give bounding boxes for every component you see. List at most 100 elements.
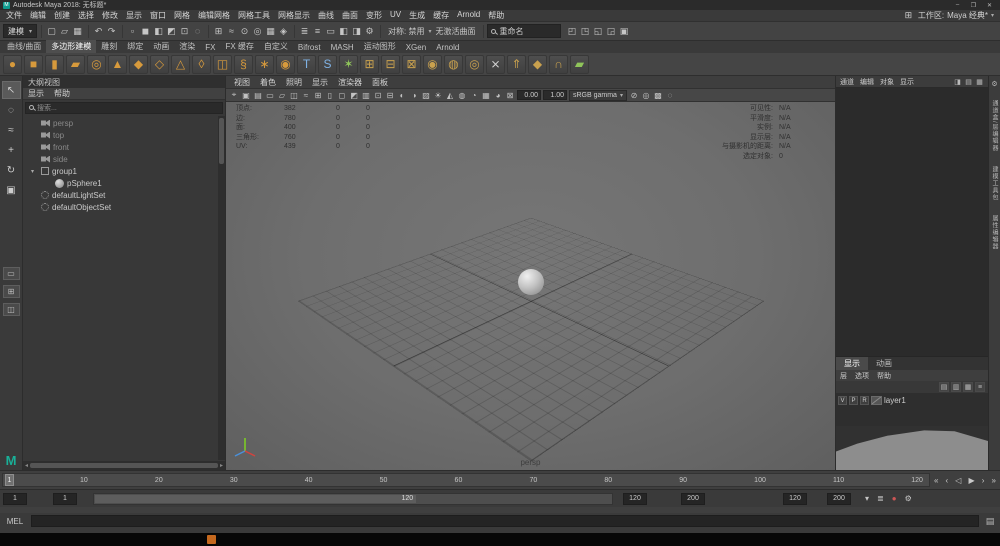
workspace-selector[interactable]: ⊞ 工作区: Maya 经典* ▾: [902, 9, 998, 23]
shelf-tab[interactable]: MASH: [326, 42, 359, 53]
motion-blur-icon[interactable]: ◔: [468, 89, 480, 101]
psphere-object[interactable]: [517, 269, 544, 296]
wireframe-icon[interactable]: ◐: [396, 89, 408, 101]
lock-camera-icon[interactable]: ▣: [240, 89, 252, 101]
viewport-menu-item[interactable]: 渲染器: [334, 77, 366, 88]
layer-options-icon[interactable]: ≡: [975, 382, 985, 392]
render-settings-icon[interactable]: ⚙: [363, 24, 376, 38]
film-gate-icon[interactable]: ▯: [324, 89, 336, 101]
scrollbar-thumb[interactable]: [30, 463, 218, 468]
smooth-shade-icon[interactable]: ◑: [408, 89, 420, 101]
menu-item[interactable]: 变形: [362, 10, 386, 21]
gate-mask-icon[interactable]: ◩: [348, 89, 360, 101]
sidebar-vertical-tab[interactable]: 建模工具包: [990, 166, 999, 201]
menu-item[interactable]: 网格工具: [234, 10, 274, 21]
menu-item[interactable]: 编辑: [26, 10, 50, 21]
channel-box-menu-item[interactable]: 通道: [840, 77, 854, 87]
animation-start-field[interactable]: 1: [3, 492, 27, 505]
scrollbar-thumb[interactable]: [219, 118, 224, 164]
select-hierarchy-icon[interactable]: ▫: [126, 24, 139, 38]
ssao-icon[interactable]: ◍: [456, 89, 468, 101]
command-language-toggle[interactable]: MEL: [2, 517, 28, 526]
textured-icon[interactable]: ▨: [420, 89, 432, 101]
channel-box-menu-item[interactable]: 显示: [900, 77, 914, 87]
lighting-icon[interactable]: ☀: [432, 89, 444, 101]
snap-to-view-planes-icon[interactable]: ▦: [264, 24, 277, 38]
go-to-end-button[interactable]: »: [992, 476, 996, 485]
menu-set-dropdown[interactable]: 建模 ▾: [3, 24, 38, 38]
poly-sphere-icon[interactable]: ●: [3, 54, 22, 74]
shelf-tab[interactable]: FX 缓存: [220, 40, 258, 53]
outliner-menu-item[interactable]: 帮助: [54, 88, 70, 99]
shelf-tab[interactable]: 多边形建模: [46, 40, 97, 53]
outliner-horizontal-scrollbar[interactable]: ◂ ▸: [23, 461, 225, 470]
viewport-canvas[interactable]: 顶点: 382 0 0 边: 780 0 0 面: 400 0 0 三角形: 7…: [226, 102, 835, 470]
shelf-tab[interactable]: 运动图形: [359, 40, 401, 53]
sidebar-vertical-tab[interactable]: 通道盒/层编辑器: [990, 100, 999, 152]
ipr-render-icon[interactable]: ◨: [350, 24, 363, 38]
new-layer-from-selected-icon[interactable]: ▦: [963, 382, 973, 392]
layer-color-swatch[interactable]: [871, 396, 882, 405]
menu-item[interactable]: 网格: [170, 10, 194, 21]
shelf-tab[interactable]: Arnold: [431, 42, 464, 53]
camera-attributes-icon[interactable]: ▤: [252, 89, 264, 101]
minimize-button[interactable]: –: [950, 2, 965, 9]
channel-speed-icon[interactable]: ▤: [964, 77, 973, 86]
snap-to-points-icon[interactable]: ⊙: [238, 24, 251, 38]
rotate-tool-icon[interactable]: ↻: [2, 161, 21, 179]
menu-item[interactable]: 编辑网格: [194, 10, 234, 21]
outliner-item[interactable]: side: [23, 153, 225, 165]
expand-arrow-icon[interactable]: ▾: [31, 168, 38, 175]
poly-pipe-icon[interactable]: ◫: [213, 54, 232, 74]
shelf-tab[interactable]: 自定义: [259, 40, 293, 53]
paint-select-tool-icon[interactable]: ≈: [2, 121, 21, 139]
extrude-icon[interactable]: ⇑: [507, 54, 526, 74]
step-back-button[interactable]: ‹: [946, 476, 949, 485]
menu-item[interactable]: 选择: [74, 10, 98, 21]
shelf-tab[interactable]: 动画: [148, 40, 174, 53]
view-transform-dropdown[interactable]: sRGB gamma ▾: [569, 89, 627, 101]
menu-item[interactable]: 曲线: [314, 10, 338, 21]
outliner-item[interactable]: defaultLightSet: [23, 189, 225, 201]
select-by-name-input[interactable]: 重命名: [487, 24, 562, 38]
symmetry-dropdown[interactable]: 对称: 禁用: [384, 26, 428, 37]
menu-item[interactable]: 网格显示: [274, 10, 314, 21]
gear-icon[interactable]: ⚙: [991, 80, 997, 88]
gamma-toggle-icon[interactable]: ▩: [652, 89, 664, 101]
channel-manip-icon[interactable]: ◨: [953, 77, 962, 86]
snap-to-curves-icon[interactable]: ≈: [225, 24, 238, 38]
channel-settings-icon[interactable]: ▦: [975, 77, 984, 86]
new-scene-icon[interactable]: ▢: [45, 24, 58, 38]
attribute-editor-toggle-icon[interactable]: ◰: [565, 24, 578, 38]
menu-item[interactable]: 修改: [98, 10, 122, 21]
step-forward-button[interactable]: ›: [982, 476, 985, 485]
menu-item[interactable]: 生成: [405, 10, 429, 21]
animation-end-field[interactable]: 200: [681, 492, 705, 505]
auto-keyframe-icon[interactable]: ●: [892, 494, 897, 503]
poly-cylinder-icon[interactable]: ▮: [45, 54, 64, 74]
resolution-gate-icon[interactable]: ◻: [336, 89, 348, 101]
outliner-search-input[interactable]: 搜索...: [25, 101, 223, 114]
layer-render-toggle[interactable]: R: [860, 396, 869, 405]
bookmarks-icon[interactable]: ▭: [264, 89, 276, 101]
four-pane-layout-button[interactable]: ⊞: [2, 285, 20, 298]
extract-icon[interactable]: ⊠: [402, 54, 421, 74]
outliner-item[interactable]: persp: [23, 117, 225, 129]
playback-range-handle[interactable]: 120: [95, 494, 417, 503]
sidebar-vertical-tab[interactable]: 属性编辑器: [990, 215, 999, 250]
viewport-menu-item[interactable]: 着色: [256, 77, 280, 88]
channel-box-menu-item[interactable]: 对象: [880, 77, 894, 87]
viewport-menu-item[interactable]: 照明: [282, 77, 306, 88]
move-tool-icon[interactable]: +: [2, 141, 21, 159]
grid-icon[interactable]: ⊞: [312, 89, 324, 101]
secondary-animation-end-field[interactable]: 200: [827, 492, 851, 505]
secondary-playback-end-field[interactable]: 120: [783, 492, 807, 505]
current-frame-marker[interactable]: 1: [5, 474, 14, 486]
highlight-selection-icon[interactable]: ◌: [191, 24, 204, 38]
multi-cut-icon[interactable]: ⨯: [486, 54, 505, 74]
play-forwards-button[interactable]: ▶: [969, 476, 975, 485]
scroll-right-arrow-icon[interactable]: ▸: [220, 462, 223, 469]
outliner-item[interactable]: front: [23, 141, 225, 153]
modeling-toolkit-toggle-icon[interactable]: ◲: [604, 24, 617, 38]
range-slider-bar[interactable]: 120: [93, 492, 613, 505]
